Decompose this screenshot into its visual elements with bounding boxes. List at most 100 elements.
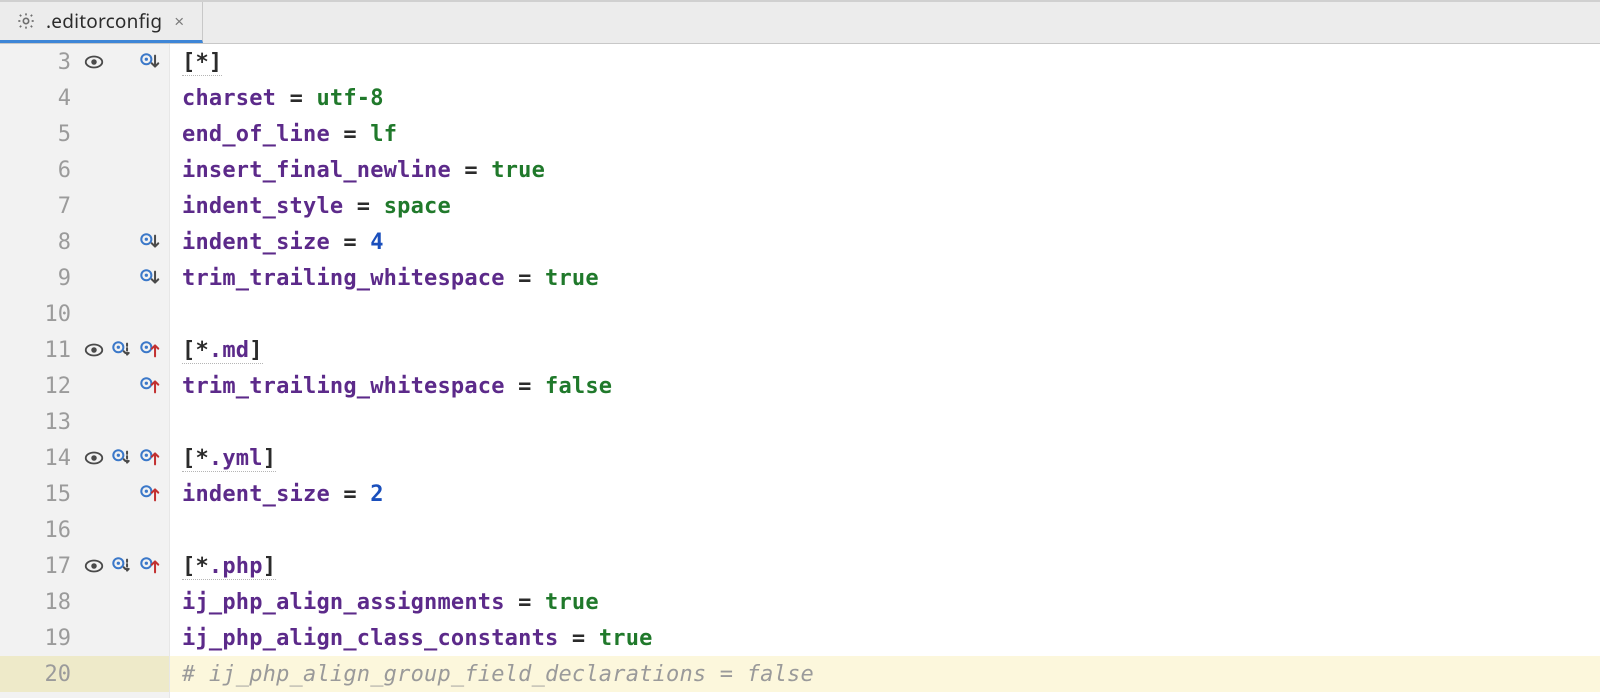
- value: true: [545, 590, 599, 615]
- key-ij_php_align_assignments: ij_php_align_assignments: [182, 590, 505, 615]
- code-line[interactable]: [*]: [170, 44, 1600, 80]
- value: true: [599, 626, 653, 651]
- gutter-row[interactable]: 19: [0, 620, 169, 656]
- code-line[interactable]: indent_size = 4: [170, 224, 1600, 260]
- key-charset: charset: [182, 86, 276, 111]
- line-number: 19: [41, 626, 77, 651]
- line-number: 12: [41, 374, 77, 399]
- close-icon[interactable]: ×: [172, 11, 186, 32]
- gutter-row[interactable]: 18: [0, 584, 169, 620]
- gutter-row[interactable]: 8: [0, 224, 169, 260]
- key-end_of_line: end_of_line: [182, 122, 330, 147]
- key-indent_style: indent_style: [182, 194, 343, 219]
- tab-editorconfig[interactable]: .editorconfig ×: [0, 2, 203, 43]
- code-line[interactable]: charset = utf-8: [170, 80, 1600, 116]
- code-line[interactable]: [*.md]: [170, 332, 1600, 368]
- line-number: 11: [41, 338, 77, 363]
- code-line[interactable]: ij_php_align_class_constants = true: [170, 620, 1600, 656]
- override-up-icon[interactable]: [139, 339, 161, 361]
- override-up-icon[interactable]: [139, 555, 161, 577]
- key-indent_size: indent_size: [182, 482, 330, 507]
- line-number: 13: [41, 410, 77, 435]
- gutter-row[interactable]: 15: [0, 476, 169, 512]
- value: true: [545, 266, 599, 291]
- code-line[interactable]: indent_size = 2: [170, 476, 1600, 512]
- code-line[interactable]: [170, 512, 1600, 548]
- code-line[interactable]: [*.php]: [170, 548, 1600, 584]
- line-number: 17: [41, 554, 77, 579]
- override-down-icon[interactable]: [139, 231, 161, 253]
- gutter-row[interactable]: 7: [0, 188, 169, 224]
- gutter-row[interactable]: 20: [0, 656, 169, 692]
- override-down-dotted-icon[interactable]: [111, 339, 133, 361]
- section-header: [*.php]: [182, 554, 276, 580]
- gutter-row[interactable]: 9: [0, 260, 169, 296]
- gutter-row[interactable]: 17: [0, 548, 169, 584]
- line-number: 10: [41, 302, 77, 327]
- line-number: 20: [41, 662, 77, 687]
- code-line[interactable]: indent_style = space: [170, 188, 1600, 224]
- gutter-row[interactable]: 4: [0, 80, 169, 116]
- value: 4: [370, 230, 383, 255]
- override-up-icon[interactable]: [139, 483, 161, 505]
- line-number: 6: [41, 158, 77, 183]
- section-header: [*.yml]: [182, 446, 276, 472]
- key-trim_trailing_whitespace: trim_trailing_whitespace: [182, 266, 505, 291]
- value: 2: [370, 482, 383, 507]
- section-header: [*]: [182, 50, 222, 76]
- eye-icon[interactable]: [83, 339, 105, 361]
- value: true: [491, 158, 545, 183]
- key-ij_php_align_class_constants: ij_php_align_class_constants: [182, 626, 558, 651]
- gutter-row[interactable]: 13: [0, 404, 169, 440]
- line-number: 3: [41, 50, 77, 75]
- tab-label: .editorconfig: [46, 8, 162, 34]
- editor: 3 4 5 6 7 8 9 10 11 12 13 14 15 16 17 18 19 20 [*] charset…: [0, 44, 1600, 698]
- section-header: [*.md]: [182, 338, 263, 364]
- line-number: 7: [41, 194, 77, 219]
- key-insert_final_newline: insert_final_newline: [182, 158, 451, 183]
- tab-bar: .editorconfig ×: [0, 0, 1600, 44]
- gutter-row[interactable]: 6: [0, 152, 169, 188]
- code-line[interactable]: trim_trailing_whitespace = true: [170, 260, 1600, 296]
- code-line[interactable]: trim_trailing_whitespace = false: [170, 368, 1600, 404]
- gear-icon: [16, 11, 36, 31]
- key-trim_trailing_whitespace: trim_trailing_whitespace: [182, 374, 505, 399]
- override-down-icon[interactable]: [139, 267, 161, 289]
- comment-text: # ij_php_align_group_field_declarations …: [182, 662, 814, 687]
- gutter-row[interactable]: 5: [0, 116, 169, 152]
- code-area[interactable]: [*]charset = utf-8end_of_line = lfinsert…: [170, 44, 1600, 698]
- code-line[interactable]: end_of_line = lf: [170, 116, 1600, 152]
- override-up-icon[interactable]: [139, 375, 161, 397]
- line-number: 8: [41, 230, 77, 255]
- gutter-row[interactable]: 10: [0, 296, 169, 332]
- line-number: 16: [41, 518, 77, 543]
- value: space: [384, 194, 451, 219]
- code-line[interactable]: ij_php_align_assignments = true: [170, 584, 1600, 620]
- gutter-row[interactable]: 16: [0, 512, 169, 548]
- line-number: 9: [41, 266, 77, 291]
- value: false: [545, 374, 612, 399]
- code-line[interactable]: insert_final_newline = true: [170, 152, 1600, 188]
- override-down-icon[interactable]: [139, 51, 161, 73]
- override-down-dotted-icon[interactable]: [111, 555, 133, 577]
- code-line[interactable]: [*.yml]: [170, 440, 1600, 476]
- code-line[interactable]: [170, 296, 1600, 332]
- eye-icon[interactable]: [83, 51, 105, 73]
- override-up-icon[interactable]: [139, 447, 161, 469]
- gutter-row[interactable]: 14: [0, 440, 169, 476]
- gutter-row[interactable]: 11: [0, 332, 169, 368]
- line-number: 15: [41, 482, 77, 507]
- override-down-dotted-icon[interactable]: [111, 447, 133, 469]
- eye-icon[interactable]: [83, 447, 105, 469]
- value: utf-8: [316, 86, 383, 111]
- value: lf: [370, 122, 397, 147]
- gutter: 3 4 5 6 7 8 9 10 11 12 13 14 15 16 17 18 19 20: [0, 44, 170, 698]
- eye-icon[interactable]: [83, 555, 105, 577]
- code-line[interactable]: # ij_php_align_group_field_declarations …: [170, 656, 1600, 692]
- code-line[interactable]: [170, 404, 1600, 440]
- gutter-row[interactable]: 12: [0, 368, 169, 404]
- line-number: 14: [41, 446, 77, 471]
- gutter-row[interactable]: 3: [0, 44, 169, 80]
- line-number: 5: [41, 122, 77, 147]
- line-number: 4: [41, 86, 77, 111]
